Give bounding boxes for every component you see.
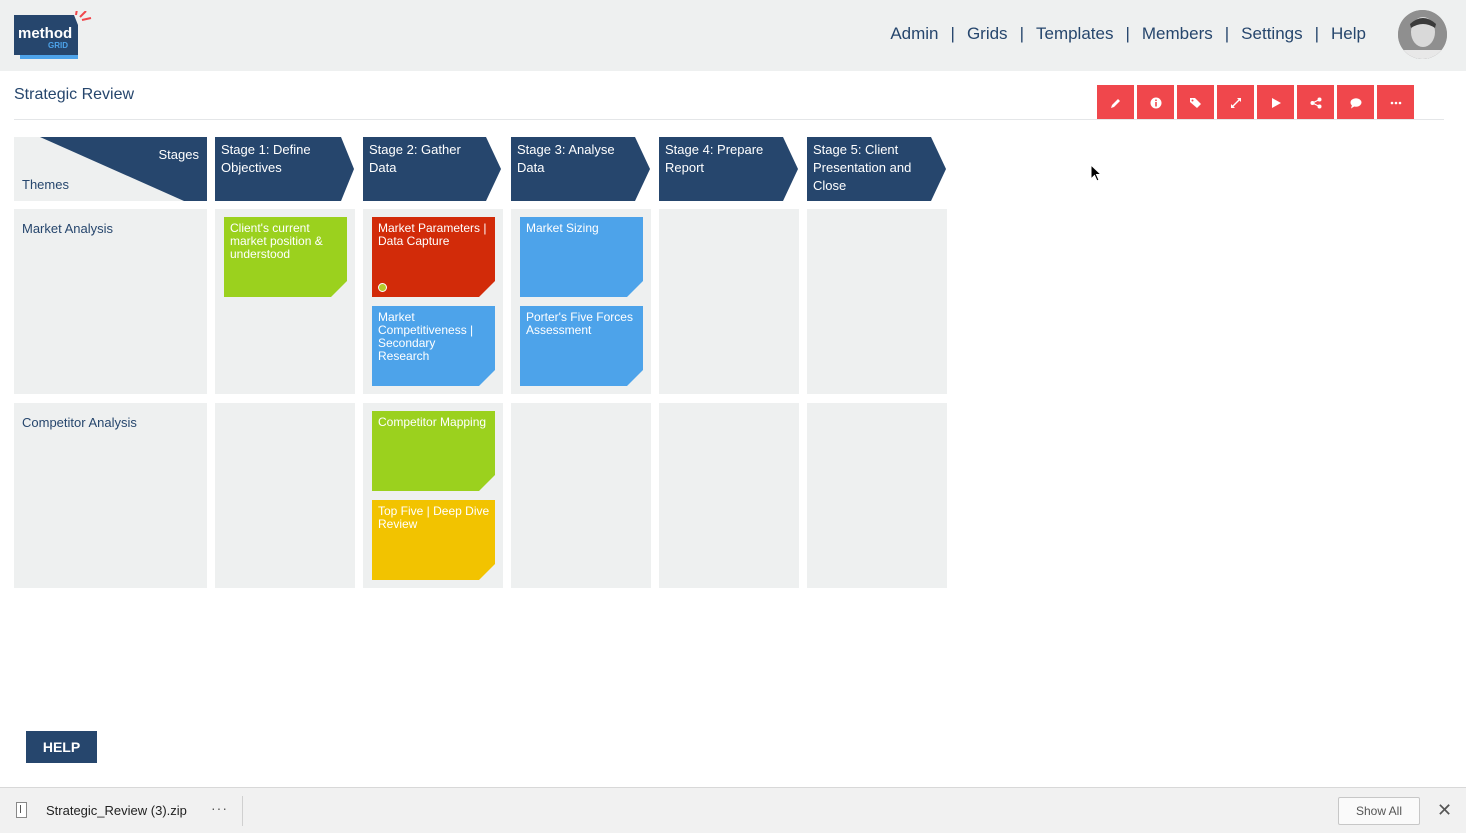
- task-card-label: Porter's Five Forces Assessment: [526, 310, 633, 337]
- tags-button[interactable]: [1177, 85, 1214, 120]
- task-card-label: Market Parameters | Data Capture: [378, 221, 487, 248]
- nav-separator: |: [950, 24, 955, 43]
- grid-toolbar: [1097, 85, 1417, 120]
- task-card[interactable]: Top Five | Deep Dive Review: [372, 500, 495, 580]
- logo-text: method: [18, 25, 72, 42]
- pencil-icon: [1110, 98, 1120, 108]
- main-nav: Admin | Grids | Templates | Members | Se…: [890, 24, 1366, 44]
- share-icon: [1310, 97, 1321, 108]
- nav-grids[interactable]: Grids: [967, 24, 1008, 44]
- grid-cell[interactable]: [659, 403, 799, 588]
- nav-separator: |: [1019, 24, 1024, 43]
- stages-axis-label: Stages: [158, 147, 199, 162]
- info-button[interactable]: [1137, 85, 1174, 120]
- task-card[interactable]: Market Competitiveness | Secondary Resea…: [372, 306, 495, 386]
- themes-axis-label: Themes: [22, 177, 69, 192]
- stage-label: Stage 4: Prepare Report: [665, 142, 764, 175]
- edit-button[interactable]: [1097, 85, 1134, 120]
- task-card-label: Market Competitiveness | Secondary Resea…: [378, 310, 474, 363]
- theme-row-header[interactable]: Competitor Analysis: [14, 403, 207, 588]
- task-card[interactable]: Market Sizing: [520, 217, 643, 297]
- page-title: Strategic Review: [14, 86, 135, 103]
- task-card[interactable]: Client's current market position & under…: [224, 217, 347, 297]
- comment-icon: [1350, 97, 1361, 108]
- nav-members[interactable]: Members: [1142, 24, 1213, 44]
- expand-button[interactable]: [1217, 85, 1254, 120]
- grid-cell[interactable]: [215, 403, 355, 588]
- stage-label: Stage 1: Define Objectives: [221, 142, 311, 175]
- divider: [242, 796, 243, 826]
- nav-separator: |: [1125, 24, 1130, 43]
- title-divider: [14, 119, 1444, 120]
- nav-separator: |: [1224, 24, 1230, 43]
- more-icon: [1390, 101, 1401, 104]
- task-card-label: Top Five | Deep Dive Review: [378, 504, 490, 531]
- user-avatar[interactable]: [1398, 10, 1447, 59]
- grid-cell[interactable]: [659, 209, 799, 394]
- present-button[interactable]: [1257, 85, 1294, 120]
- close-icon[interactable]: ✕: [1437, 800, 1452, 821]
- grid-cell[interactable]: [511, 403, 651, 588]
- theme-row-header[interactable]: Market Analysis: [14, 209, 207, 394]
- comments-button[interactable]: [1337, 85, 1374, 120]
- top-bar: method GRID Admin | Grids | Templates | …: [0, 0, 1466, 71]
- download-more-button[interactable]: ···: [211, 800, 228, 816]
- method-grid-logo[interactable]: method GRID: [14, 8, 94, 61]
- stage-label: Stage 5: Client Presentation and Close: [813, 142, 912, 193]
- download-file-name[interactable]: Strategic_Review (3).zip: [46, 803, 187, 818]
- nav-separator: |: [1314, 24, 1320, 43]
- grid-cell[interactable]: [807, 209, 947, 394]
- task-card-label: Competitor Mapping: [378, 415, 487, 429]
- share-button[interactable]: [1297, 85, 1334, 120]
- tags-icon: [1189, 97, 1201, 108]
- task-card-label: Market Sizing: [526, 221, 599, 235]
- grid-cell[interactable]: [807, 403, 947, 588]
- show-all-button[interactable]: Show All: [1338, 797, 1420, 825]
- more-options-button[interactable]: [1377, 85, 1414, 120]
- nav-admin[interactable]: Admin: [890, 24, 938, 44]
- logo-subtext: GRID: [48, 41, 68, 50]
- task-card[interactable]: Competitor Mapping: [372, 411, 495, 491]
- status-dot-icon: [378, 283, 387, 292]
- nav-help[interactable]: Help: [1331, 24, 1366, 44]
- expand-icon: [1230, 97, 1241, 108]
- nav-templates[interactable]: Templates: [1036, 24, 1113, 44]
- stage-label: Stage 2: Gather Data: [369, 142, 461, 175]
- grid-corner-header: Stages Themes: [14, 137, 207, 201]
- help-button[interactable]: HELP: [26, 731, 97, 763]
- task-card[interactable]: Market Parameters | Data Capture: [372, 217, 495, 297]
- task-card-label: Client's current market position & under…: [230, 221, 323, 261]
- play-icon: [1271, 97, 1281, 108]
- info-icon: [1150, 97, 1161, 108]
- theme-label: Competitor Analysis: [22, 415, 137, 430]
- task-card[interactable]: Porter's Five Forces Assessment: [520, 306, 643, 386]
- stage-label: Stage 3: Analyse Data: [517, 142, 615, 175]
- download-bar: Strategic_Review (3).zip ··· Show All ✕: [0, 787, 1466, 833]
- mouse-cursor-icon: [1090, 164, 1102, 182]
- nav-settings[interactable]: Settings: [1241, 24, 1302, 44]
- file-icon: [16, 802, 27, 818]
- theme-label: Market Analysis: [22, 221, 114, 236]
